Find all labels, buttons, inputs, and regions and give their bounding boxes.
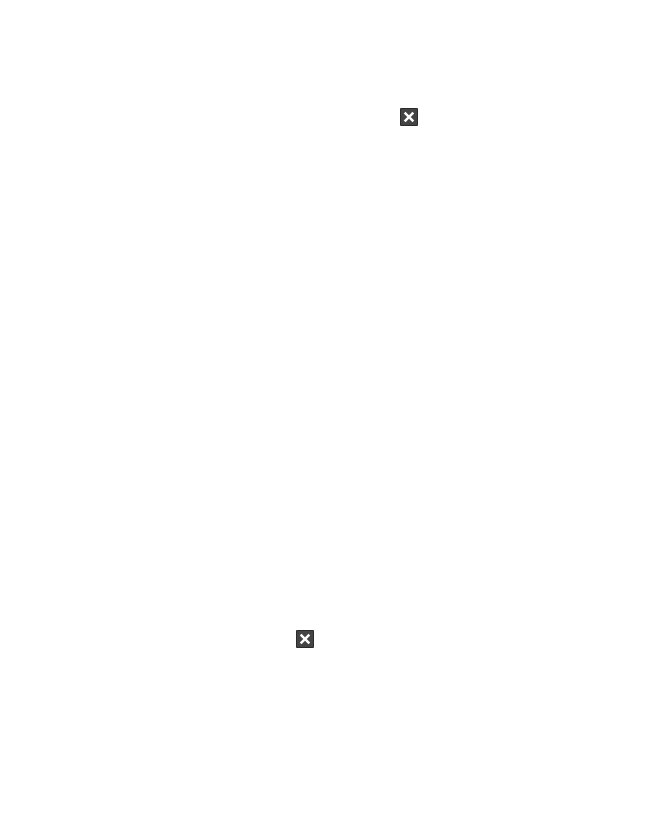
close-button-top[interactable] <box>400 108 418 126</box>
close-icon <box>403 111 415 123</box>
close-icon <box>299 633 311 645</box>
close-button-bottom[interactable] <box>296 630 314 648</box>
